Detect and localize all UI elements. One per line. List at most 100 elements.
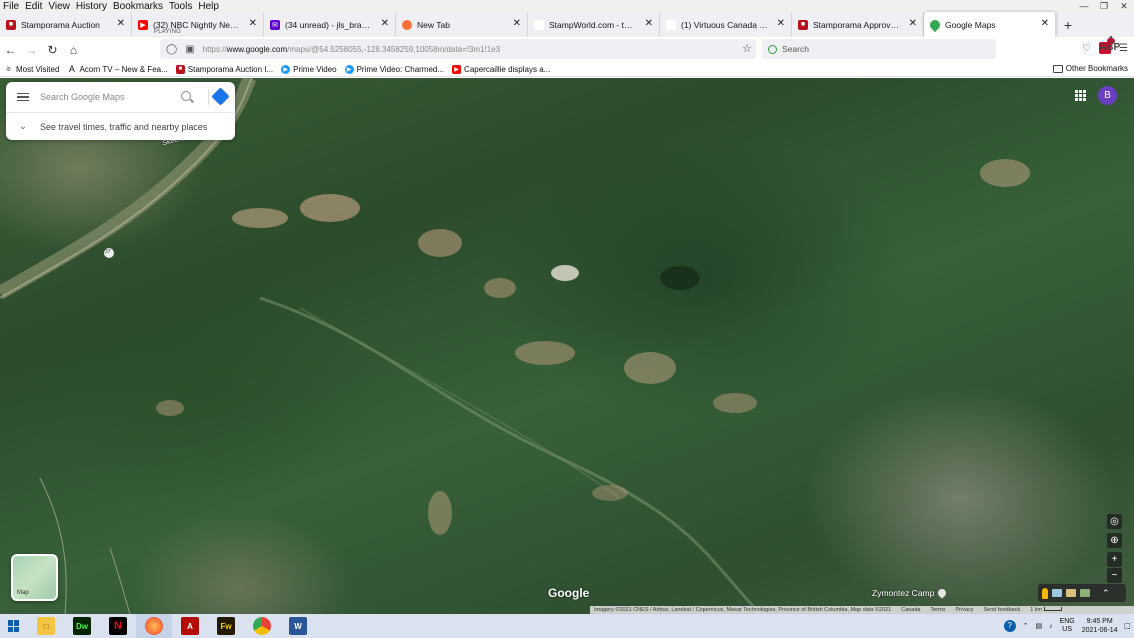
tab-nbc-news[interactable]: ▶ (32) NBC Nightly News Broadcast PLAYIN… [132, 12, 264, 37]
close-icon[interactable]: ✕ [645, 18, 653, 29]
directions-icon[interactable] [211, 87, 230, 106]
close-icon[interactable]: ✕ [513, 18, 521, 29]
menu-file[interactable]: File [0, 1, 22, 12]
tab-stampworld[interactable]: StampWorld.com - the most complete ✕ [528, 12, 660, 37]
nav-bar: ← → ↻ ⌂ ◯ ▣ https://www.google.com/maps/… [0, 36, 1134, 62]
menu-bookmarks[interactable]: Bookmarks [110, 1, 166, 12]
bookmark-capercaillie[interactable]: ▶ Capercaillie displays a... [448, 64, 554, 74]
menu-edit[interactable]: Edit [22, 1, 45, 12]
google-apps-icon[interactable] [1075, 90, 1086, 101]
bookmark-prime-video-charmed[interactable]: ▶ Prime Video: Charmed... [341, 64, 448, 74]
taskbar-netflix[interactable]: N [100, 614, 136, 638]
bookmark-label: Most Visited [16, 64, 60, 74]
expand-up-icon[interactable]: ⌃ [1102, 588, 1110, 599]
url-path: /maps/@54.5258055,-128.3458259,10058m/da… [287, 44, 501, 54]
home-icon[interactable]: ⌂ [63, 43, 84, 57]
hamburger-menu-icon[interactable]: ☰ [1119, 43, 1128, 54]
menu-tools[interactable]: Tools [166, 1, 195, 12]
taskbar-firefox[interactable] [136, 614, 172, 638]
close-icon[interactable]: ✕ [249, 18, 257, 29]
layer-toggle-button[interactable]: Map [11, 554, 58, 601]
window-controls: — ❐ ✕ [1074, 0, 1134, 12]
close-window-icon[interactable]: ✕ [1114, 0, 1134, 12]
network-icon[interactable]: ▤ [1035, 622, 1042, 630]
country-link[interactable]: Canada [901, 607, 920, 613]
bookmark-acorn-tv[interactable]: A Acorn TV – New & Fea... [63, 64, 171, 74]
feedback-link[interactable]: Send feedback [984, 607, 1021, 613]
tab-new-tab[interactable]: New Tab ✕ [396, 12, 528, 37]
notification-icon[interactable]: □ [1125, 621, 1130, 631]
bookmark-label: Acorn TV – New & Fea... [79, 64, 168, 74]
help-icon[interactable]: ? [1003, 620, 1016, 632]
taskbar-chrome[interactable] [244, 614, 280, 638]
tab-yahoo-mail[interactable]: ✉ (34 unread) - jls_brantford@yahoo ✕ [264, 12, 396, 37]
hamburger-menu-icon[interactable] [6, 92, 40, 102]
tab-stamporama-approvals[interactable]: ■ Stamporama Approvals - The e ✕ [792, 12, 924, 37]
terms-link[interactable]: Terms [931, 607, 946, 613]
satellite-map[interactable]: 37 Skeena Riv ⌄ See travel times, traffi… [0, 78, 1134, 614]
scale-bar[interactable]: 1 km [1030, 607, 1063, 613]
start-button[interactable] [0, 620, 28, 632]
thumbnail-icon[interactable] [1052, 589, 1062, 597]
tab-title: New Tab [417, 19, 450, 30]
taskbar-dreamweaver[interactable]: Dw [64, 614, 100, 638]
menu-help[interactable]: Help [195, 1, 222, 12]
tab-virtuous-canada[interactable]: (1) Virtuous Canada will not allow m ✕ [660, 12, 792, 37]
map-pin-icon [936, 587, 949, 599]
url-bar[interactable]: ◯ ▣ https://www.google.com/maps/@54.5258… [160, 39, 756, 59]
taskbar-acrobat[interactable]: A [172, 614, 208, 638]
new-tab-button[interactable]: + [1056, 12, 1080, 37]
thumbnail-icon[interactable] [1080, 589, 1090, 597]
taskbar-file-explorer[interactable]: □ [28, 614, 64, 638]
zoom-in-button[interactable]: + [1107, 552, 1122, 567]
globe-icon[interactable]: ◎ [1107, 514, 1122, 529]
bookmark-prime-video[interactable]: ▶ Prime Video [277, 64, 340, 74]
clock-date: 2021-06-14 [1081, 627, 1118, 634]
pegman-icon[interactable] [1042, 587, 1048, 599]
thumbnail-icon[interactable] [1066, 589, 1076, 597]
privacy-link[interactable]: Privacy [955, 607, 973, 613]
language-indicator[interactable]: ENG US [1060, 618, 1075, 634]
menu-history[interactable]: History [73, 1, 110, 12]
bookmarks-bar: ⚙ Most Visited A Acorn TV – New & Fea...… [0, 62, 1134, 77]
close-icon[interactable]: ✕ [777, 18, 785, 29]
maps-search-input[interactable] [40, 92, 180, 102]
adblock-icon[interactable]: ABP 1 [1099, 36, 1120, 54]
browser-search-box[interactable]: Search [762, 39, 996, 59]
reload-icon[interactable]: ↻ [42, 43, 63, 57]
taskbar-word[interactable]: W [280, 614, 316, 638]
other-bookmarks[interactable]: Other Bookmarks [1052, 64, 1128, 73]
close-icon[interactable]: ✕ [909, 18, 917, 29]
back-icon[interactable]: ← [0, 43, 21, 57]
chrome-icon [253, 617, 271, 635]
bookmark-stamporama-auction[interactable]: ■ Stamporama Auction I... [172, 64, 277, 74]
clock[interactable]: 9:45 PM 2021-06-14 [1082, 617, 1118, 635]
forward-icon[interactable]: → [21, 43, 42, 57]
youtube-icon: ▶ [138, 19, 148, 30]
taskbar-fireworks[interactable]: Fw [208, 614, 244, 638]
google-maps-icon [927, 17, 943, 32]
minimize-icon[interactable]: — [1074, 0, 1094, 12]
bookmark-star-icon[interactable]: ☆ [742, 42, 752, 55]
close-icon[interactable]: ✕ [381, 18, 389, 29]
menu-view[interactable]: View [45, 1, 73, 12]
travel-times-row[interactable]: ⌄ See travel times, traffic and nearby p… [6, 113, 235, 140]
close-icon[interactable]: ✕ [1041, 18, 1049, 29]
restore-icon[interactable]: ❐ [1094, 0, 1114, 12]
chevron-up-icon[interactable]: ⌃ [1023, 622, 1029, 630]
shield-icon[interactable]: ◯ [166, 44, 177, 55]
bookmark-most-visited[interactable]: ⚙ Most Visited [0, 65, 63, 74]
volume-icon[interactable]: ♪ [1049, 623, 1053, 630]
avatar[interactable]: B [1098, 86, 1117, 105]
place-label-zymontez[interactable]: Zymontez Camp [872, 587, 949, 599]
search-icon[interactable] [181, 91, 191, 101]
folder-icon [1052, 64, 1063, 73]
my-location-icon[interactable]: ⊕ [1107, 533, 1122, 548]
tab-stamporama-auction[interactable]: ■ Stamporama Auction ✕ [0, 12, 132, 37]
tab-title: Stamporama Approvals - The e [813, 19, 901, 30]
lock-icon[interactable]: ▣ [185, 44, 194, 55]
tab-google-maps[interactable]: Google Maps ✕ [924, 12, 1056, 37]
zoom-out-button[interactable]: − [1107, 568, 1122, 583]
pocket-icon[interactable]: ♡ [1082, 43, 1091, 54]
close-icon[interactable]: ✕ [117, 18, 125, 29]
